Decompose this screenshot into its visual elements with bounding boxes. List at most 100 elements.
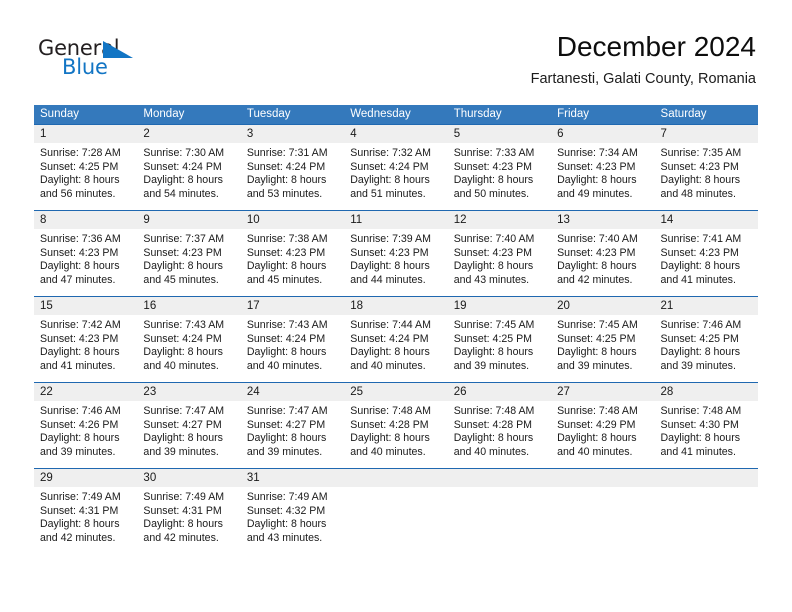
day-number[interactable]: 12 <box>448 211 551 229</box>
page-subtitle: Fartanesti, Galati County, Romania <box>530 71 756 87</box>
daylight-text: Daylight: 8 hours <box>350 260 430 273</box>
sunrise-text: Sunrise: 7:43 AM <box>246 319 328 331</box>
daylight-text-cont: and 39 minutes. <box>557 359 633 372</box>
weekday-sunday: Sunday <box>40 108 80 120</box>
day-number[interactable]: 26 <box>448 383 551 401</box>
day-number[interactable]: 21 <box>655 297 758 315</box>
day-number[interactable]: 30 <box>137 469 240 487</box>
day-number[interactable]: 20 <box>551 297 654 315</box>
day-number[interactable]: 28 <box>655 383 758 401</box>
day-number[interactable]: 17 <box>241 297 344 315</box>
day-number[interactable]: 25 <box>344 383 447 401</box>
day-cell[interactable]: Sunrise: 7:48 AM Sunset: 4:28 PM Dayligh… <box>344 401 447 468</box>
daylight-text: Daylight: 8 hours <box>660 346 741 359</box>
day-number[interactable]: 3 <box>241 125 344 143</box>
daylight-text-cont: and 40 minutes. <box>350 359 426 372</box>
day-cell[interactable]: Sunrise: 7:37 AM Sunset: 4:23 PM Dayligh… <box>137 229 240 296</box>
day-cell[interactable]: Sunrise: 7:49 AM Sunset: 4:31 PM Dayligh… <box>137 487 240 554</box>
sunset-text: Sunset: 4:24 PM <box>246 160 326 173</box>
day-number[interactable]: 19 <box>448 297 551 315</box>
day-cell[interactable]: Sunrise: 7:47 AM Sunset: 4:27 PM Dayligh… <box>137 401 240 468</box>
sunset-text: Sunset: 4:24 PM <box>246 332 326 345</box>
day-number[interactable]: 27 <box>551 383 654 401</box>
day-number[interactable]: 18 <box>344 297 447 315</box>
day-cell[interactable]: Sunrise: 7:33 AM Sunset: 4:23 PM Dayligh… <box>448 143 551 210</box>
day-cell-empty <box>655 487 758 554</box>
day-cell[interactable]: Sunrise: 7:46 AM Sunset: 4:26 PM Dayligh… <box>34 401 137 468</box>
day-cell[interactable]: Sunrise: 7:36 AM Sunset: 4:23 PM Dayligh… <box>34 229 137 296</box>
daylight-text: Daylight: 8 hours <box>453 432 534 445</box>
sunset-text: Sunset: 4:23 PM <box>453 246 533 259</box>
sunset-text: Sunset: 4:23 PM <box>660 160 739 173</box>
sunset-text: Sunset: 4:23 PM <box>350 246 429 259</box>
daylight-text: Daylight: 8 hours <box>246 174 327 187</box>
day-cell[interactable]: Sunrise: 7:32 AM Sunset: 4:24 PM Dayligh… <box>344 143 447 210</box>
day-cell[interactable]: Sunrise: 7:31 AM Sunset: 4:24 PM Dayligh… <box>241 143 344 210</box>
day-cell[interactable]: Sunrise: 7:43 AM Sunset: 4:24 PM Dayligh… <box>137 315 240 382</box>
day-cell[interactable]: Sunrise: 7:45 AM Sunset: 4:25 PM Dayligh… <box>448 315 551 382</box>
daylight-text-cont: and 47 minutes. <box>40 273 116 286</box>
daylight-text-cont: and 39 minutes. <box>143 445 219 458</box>
day-number[interactable]: 4 <box>344 125 447 143</box>
day-number[interactable]: 1 <box>34 125 137 143</box>
day-number[interactable]: 22 <box>34 383 137 401</box>
day-cell[interactable]: Sunrise: 7:28 AM Sunset: 4:25 PM Dayligh… <box>34 143 137 210</box>
daylight-text: Daylight: 8 hours <box>246 260 327 273</box>
day-number[interactable]: 15 <box>34 297 137 315</box>
daylight-text-cont: and 40 minutes. <box>453 445 530 458</box>
daylight-text-cont: and 40 minutes. <box>143 359 219 372</box>
day-number[interactable]: 10 <box>241 211 344 229</box>
day-number[interactable]: 29 <box>34 469 137 487</box>
day-number[interactable]: 5 <box>448 125 551 143</box>
day-cell[interactable]: Sunrise: 7:42 AM Sunset: 4:23 PM Dayligh… <box>34 315 137 382</box>
day-cell[interactable]: Sunrise: 7:43 AM Sunset: 4:24 PM Dayligh… <box>241 315 344 382</box>
week-row: 1 2 3 4 5 6 7 Sunrise: 7:28 AM Sunset: 4… <box>34 124 758 210</box>
logo-text-blue: Blue <box>62 55 108 79</box>
day-number[interactable]: 8 <box>34 211 137 229</box>
day-number[interactable]: 9 <box>137 211 240 229</box>
day-cell[interactable]: Sunrise: 7:48 AM Sunset: 4:29 PM Dayligh… <box>551 401 654 468</box>
day-number[interactable]: 24 <box>241 383 344 401</box>
day-cell[interactable]: Sunrise: 7:45 AM Sunset: 4:25 PM Dayligh… <box>551 315 654 382</box>
day-cell[interactable]: Sunrise: 7:34 AM Sunset: 4:23 PM Dayligh… <box>551 143 654 210</box>
day-cell[interactable]: Sunrise: 7:44 AM Sunset: 4:24 PM Dayligh… <box>344 315 447 382</box>
day-number[interactable]: 31 <box>241 469 344 487</box>
day-cell[interactable]: Sunrise: 7:47 AM Sunset: 4:27 PM Dayligh… <box>241 401 344 468</box>
sunset-text: Sunset: 4:25 PM <box>557 332 636 345</box>
day-number-band: 8 9 10 11 12 13 14 <box>34 211 758 229</box>
day-number[interactable]: 2 <box>137 125 240 143</box>
day-cell[interactable]: Sunrise: 7:48 AM Sunset: 4:28 PM Dayligh… <box>448 401 551 468</box>
day-cell[interactable]: Sunrise: 7:40 AM Sunset: 4:23 PM Dayligh… <box>448 229 551 296</box>
day-cell[interactable]: Sunrise: 7:40 AM Sunset: 4:23 PM Dayligh… <box>551 229 654 296</box>
sunrise-text: Sunrise: 7:48 AM <box>557 405 638 417</box>
daylight-text: Daylight: 8 hours <box>40 432 120 445</box>
title-block: December 2024 Fartanesti, Galati County,… <box>531 30 756 89</box>
day-cell[interactable]: Sunrise: 7:39 AM Sunset: 4:23 PM Dayligh… <box>344 229 447 296</box>
week-row: 22 23 24 25 26 27 28 Sunrise: 7:46 AM Su… <box>34 382 758 468</box>
day-cell[interactable]: Sunrise: 7:30 AM Sunset: 4:24 PM Dayligh… <box>137 143 240 210</box>
daylight-text: Daylight: 8 hours <box>143 174 223 187</box>
daylight-text: Daylight: 8 hours <box>143 260 223 273</box>
day-cell[interactable]: Sunrise: 7:49 AM Sunset: 4:31 PM Dayligh… <box>34 487 137 554</box>
day-number[interactable]: 13 <box>551 211 654 229</box>
day-number[interactable]: 6 <box>551 125 654 143</box>
page-title: December 2024 <box>556 31 756 62</box>
day-cell[interactable]: Sunrise: 7:48 AM Sunset: 4:30 PM Dayligh… <box>655 401 758 468</box>
day-number[interactable]: 14 <box>655 211 758 229</box>
day-number[interactable]: 11 <box>344 211 447 229</box>
day-cell[interactable]: Sunrise: 7:49 AM Sunset: 4:32 PM Dayligh… <box>241 487 344 554</box>
day-cell[interactable]: Sunrise: 7:46 AM Sunset: 4:25 PM Dayligh… <box>655 315 758 382</box>
day-number-empty <box>448 469 551 487</box>
daylight-text: Daylight: 8 hours <box>660 260 741 273</box>
daylight-text-cont: and 51 minutes. <box>350 187 426 200</box>
day-detail-band: Sunrise: 7:46 AM Sunset: 4:26 PM Dayligh… <box>34 401 758 468</box>
day-number[interactable]: 16 <box>137 297 240 315</box>
daylight-text-cont: and 45 minutes. <box>246 273 323 286</box>
day-number[interactable]: 23 <box>137 383 240 401</box>
day-cell[interactable]: Sunrise: 7:35 AM Sunset: 4:23 PM Dayligh… <box>655 143 758 210</box>
day-cell[interactable]: Sunrise: 7:41 AM Sunset: 4:23 PM Dayligh… <box>655 229 758 296</box>
daylight-text-cont: and 42 minutes. <box>40 531 116 544</box>
day-number[interactable]: 7 <box>655 125 758 143</box>
week-row: 8 9 10 11 12 13 14 Sunrise: 7:36 AM Suns… <box>34 210 758 296</box>
day-cell[interactable]: Sunrise: 7:38 AM Sunset: 4:23 PM Dayligh… <box>241 229 344 296</box>
